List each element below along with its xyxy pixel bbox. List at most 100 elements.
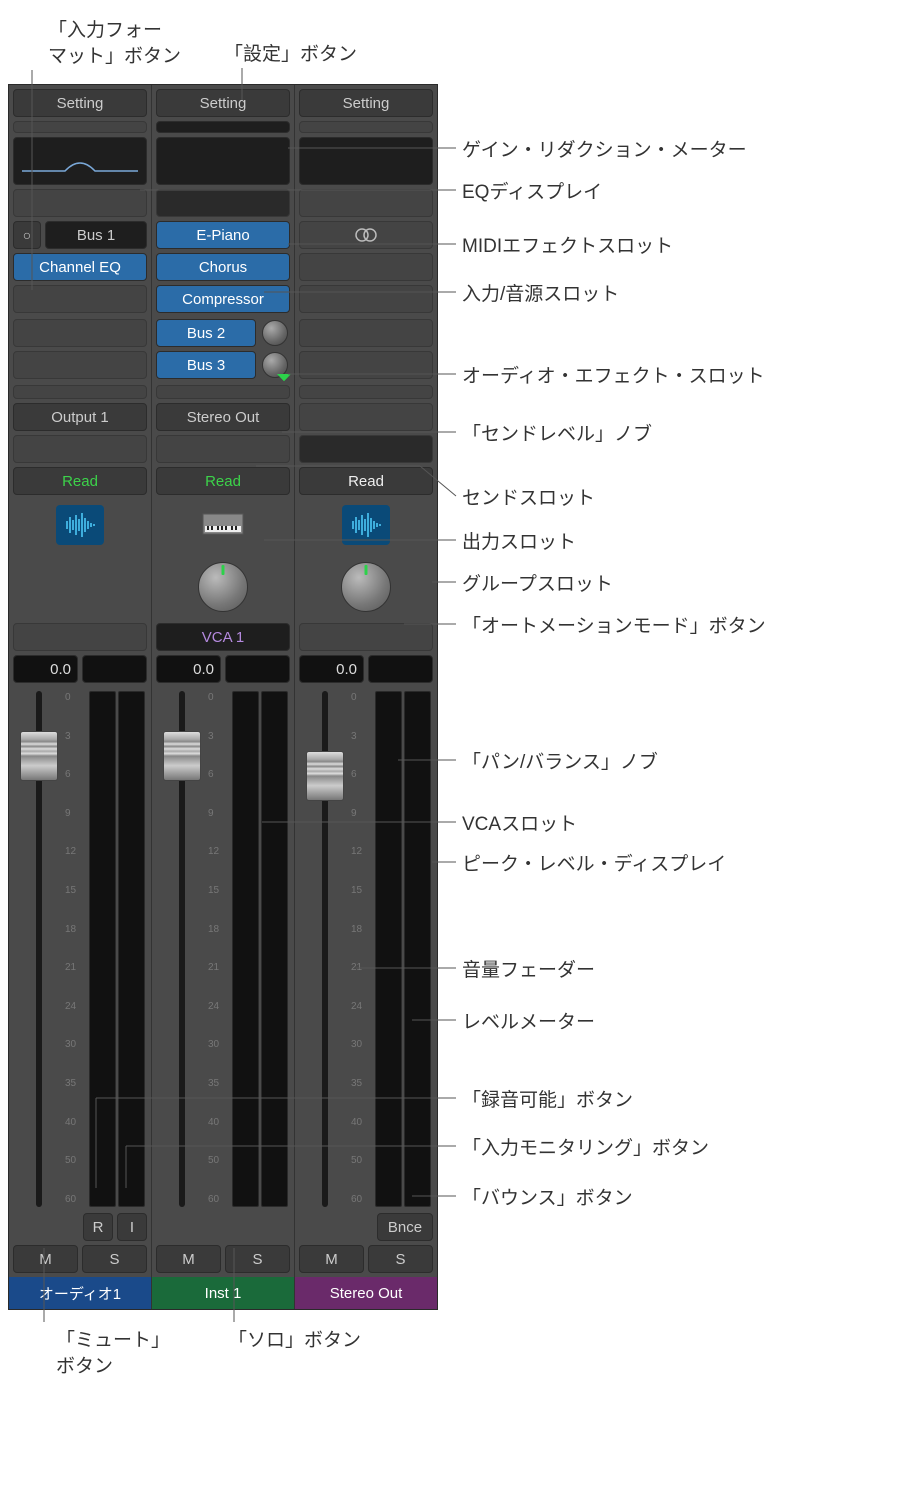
- mixer-panel: Setting ○Bus 1 Channel EQ Output 1 Read 0.0 03…: [8, 84, 438, 1310]
- setting-button[interactable]: Setting: [299, 89, 433, 117]
- gain-reduction-meter: [299, 121, 433, 133]
- gain-reduction-meter: [13, 121, 147, 133]
- spacer: [299, 385, 433, 399]
- volume-fader[interactable]: [15, 691, 63, 1207]
- bounce-button[interactable]: Bnce: [377, 1213, 433, 1241]
- solo-button[interactable]: S: [82, 1245, 147, 1273]
- track-name[interactable]: Inst 1: [152, 1277, 294, 1309]
- peak-level-display: 0.0: [299, 655, 364, 683]
- track-name[interactable]: Stereo Out: [295, 1277, 437, 1309]
- audio-fx-slot[interactable]: [13, 285, 147, 313]
- label-automation-mode: 「オートメーションモード」ボタン: [462, 614, 766, 640]
- mute-button[interactable]: M: [13, 1245, 78, 1273]
- midi-fx-slot[interactable]: [13, 189, 147, 217]
- input-slot[interactable]: Bus 1: [45, 221, 147, 249]
- audio-fx-slot[interactable]: [299, 285, 433, 313]
- label-gain-reduction: ゲイン・リダクション・メーター: [462, 138, 747, 164]
- label-group-slot: グループスロット: [462, 572, 613, 598]
- automation-mode-button[interactable]: Read: [299, 467, 433, 495]
- vca-slot[interactable]: VCA 1: [156, 623, 290, 651]
- mute-button[interactable]: M: [299, 1245, 364, 1273]
- spacer: [13, 385, 147, 399]
- record-enable-button[interactable]: R: [83, 1213, 113, 1241]
- label-solo: 「ソロ」ボタン: [228, 1328, 361, 1354]
- output-slot[interactable]: [299, 403, 433, 431]
- peak-level-display: [225, 655, 290, 683]
- send-level-knob[interactable]: [262, 320, 288, 346]
- send-slot[interactable]: [299, 319, 433, 347]
- track-icon[interactable]: [299, 499, 433, 551]
- eq-display[interactable]: [13, 137, 147, 185]
- pan-balance-knob[interactable]: [198, 562, 248, 612]
- input-format-button[interactable]: ○: [13, 221, 41, 249]
- automation-mode-button[interactable]: Read: [156, 467, 290, 495]
- volume-fader[interactable]: [158, 691, 206, 1207]
- audio-fx-slot[interactable]: Chorus: [156, 253, 290, 281]
- send-slot[interactable]: [13, 319, 147, 347]
- send-level-knob[interactable]: [262, 352, 288, 378]
- track-icon[interactable]: [13, 499, 147, 551]
- peak-level-display: [82, 655, 147, 683]
- output-slot[interactable]: Stereo Out: [156, 403, 290, 431]
- audio-fx-slot[interactable]: Channel EQ: [13, 253, 147, 281]
- label-peak-level: ピーク・レベル・ディスプレイ: [462, 852, 726, 878]
- midi-fx-slot[interactable]: [156, 189, 290, 217]
- eq-display[interactable]: [156, 137, 290, 185]
- label-audio-fx-slot: オーディオ・エフェクト・スロット: [462, 364, 765, 390]
- group-slot[interactable]: [13, 435, 147, 463]
- spacer: [156, 385, 290, 399]
- label-level-meter: レベルメーター: [462, 1010, 595, 1036]
- send-slot[interactable]: Bus 3: [156, 351, 256, 379]
- label-pan-knob: 「パン/バランス」ノブ: [462, 750, 658, 776]
- label-bounce: 「バウンス」ボタン: [462, 1186, 633, 1212]
- fader-scale: 036912151821243035405060: [65, 691, 87, 1207]
- output-slot[interactable]: Output 1: [13, 403, 147, 431]
- vca-slot[interactable]: [13, 623, 147, 651]
- gain-reduction-meter: [156, 121, 290, 133]
- label-output-slot: 出力スロット: [462, 530, 576, 556]
- volume-fader[interactable]: [301, 691, 349, 1207]
- audio-fx-slot[interactable]: Compressor: [156, 285, 290, 313]
- audio-fx-slot[interactable]: [299, 253, 433, 281]
- label-input-monitoring: 「入力モニタリング」ボタン: [462, 1136, 709, 1162]
- automation-mode-button[interactable]: Read: [13, 467, 147, 495]
- setting-button[interactable]: Setting: [156, 89, 290, 117]
- midi-fx-slot[interactable]: [299, 189, 433, 217]
- label-volume-fader: 音量フェーダー: [462, 958, 595, 984]
- input-monitoring-button[interactable]: I: [117, 1213, 147, 1241]
- vca-slot[interactable]: [299, 623, 433, 651]
- level-meter: [89, 691, 145, 1207]
- send-slot[interactable]: [13, 351, 147, 379]
- group-slot[interactable]: [299, 435, 433, 463]
- channel-strip-0: Setting ○Bus 1 Channel EQ Output 1 Read 0.0 03…: [9, 85, 152, 1309]
- label-input-format: 「入力フォー マット」ボタン: [48, 18, 181, 69]
- peak-level-display: 0.0: [156, 655, 221, 683]
- label-record-enable: 「録音可能」ボタン: [462, 1088, 633, 1114]
- channel-strip-1: Setting E-Piano Chorus Compressor Bus 2 Bus 3…: [152, 85, 295, 1309]
- level-meter: [232, 691, 288, 1207]
- setting-button[interactable]: Setting: [13, 89, 147, 117]
- solo-button[interactable]: S: [225, 1245, 290, 1273]
- peak-level-display: [368, 655, 433, 683]
- label-send-slot: センドスロット: [462, 486, 595, 512]
- channel-strip-2: SettingRead0.0036912151821243035405060Bn…: [295, 85, 437, 1309]
- label-midi-fx-slot: MIDIエフェクトスロット: [462, 234, 673, 260]
- group-slot[interactable]: [156, 435, 290, 463]
- peak-level-display: 0.0: [13, 655, 78, 683]
- label-send-level-knob: 「センドレベル」ノブ: [462, 422, 652, 448]
- instrument-slot[interactable]: E-Piano: [156, 221, 290, 249]
- send-slot[interactable]: [299, 351, 433, 379]
- track-name[interactable]: オーディオ1: [9, 1277, 151, 1309]
- label-input-inst-slot: 入力/音源スロット: [462, 282, 619, 308]
- solo-button[interactable]: S: [368, 1245, 433, 1273]
- mute-button[interactable]: M: [156, 1245, 221, 1273]
- label-vca-slot: VCAスロット: [462, 812, 577, 838]
- fader-scale: 036912151821243035405060: [208, 691, 230, 1207]
- track-icon[interactable]: [156, 499, 290, 551]
- pan-balance-knob[interactable]: [341, 562, 391, 612]
- send-slot[interactable]: Bus 2: [156, 319, 256, 347]
- eq-display[interactable]: [299, 137, 433, 185]
- level-meter: [375, 691, 431, 1207]
- input-slot[interactable]: [299, 221, 433, 249]
- label-setting-btn: 「設定」ボタン: [224, 42, 357, 68]
